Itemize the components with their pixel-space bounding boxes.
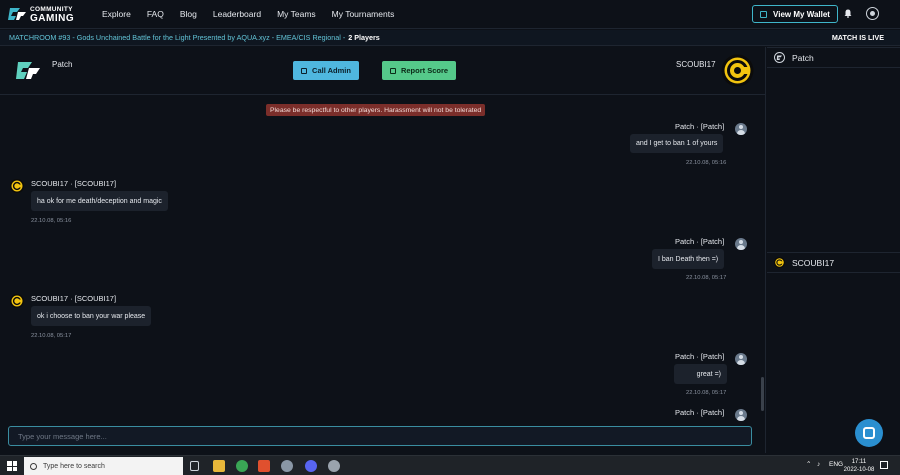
- community-gaming-logo[interactable]: COMMUNITY GAMING: [8, 5, 92, 24]
- search-icon: [30, 462, 37, 470]
- nav-blog[interactable]: Blog: [180, 9, 197, 19]
- patch-user-icon: [735, 238, 747, 250]
- chrome-icon[interactable]: [236, 460, 248, 472]
- scoubi17-coin-icon: [10, 294, 24, 308]
- call-admin-label: Call Admin: [312, 66, 351, 75]
- clock-date: 2022-10-08: [843, 467, 875, 473]
- participant-name: SCOUBI17: [792, 257, 835, 268]
- chevron-up-icon[interactable]: ⌃: [806, 460, 811, 468]
- nav-explore[interactable]: Explore: [102, 9, 131, 19]
- nav-my-tournaments[interactable]: My Tournaments: [332, 9, 395, 19]
- harassment-notice: Please be respectful to other players. H…: [266, 104, 486, 116]
- brave-browser-icon[interactable]: [258, 460, 270, 472]
- match-status: MATCH IS LIVE: [831, 33, 884, 42]
- message-bubble: great =): [674, 364, 727, 384]
- admin-icon: [301, 67, 308, 74]
- logo-text-gaming: GAMING: [30, 13, 75, 24]
- message-timestamp: 22.10.08, 05:16: [686, 160, 727, 166]
- view-wallet-label: View My Wallet: [773, 9, 830, 19]
- report-score-label: Report Score: [400, 66, 449, 75]
- patch-team-icon: [774, 52, 785, 63]
- patch-user-icon: [735, 353, 747, 365]
- discord-icon[interactable]: [305, 460, 317, 472]
- chat-panel: Patch Call Admin Report Score SCOUBI17 P…: [0, 47, 766, 453]
- nav-leaderboard[interactable]: Leaderboard: [213, 9, 261, 19]
- volume-icon[interactable]: ♪: [817, 461, 820, 468]
- language-indicator[interactable]: ENG: [829, 461, 843, 468]
- scoubi17-avatar-coin-icon: [721, 54, 754, 87]
- scoubi17-coin-icon: [774, 257, 785, 268]
- task-view-icon[interactable]: [190, 461, 199, 471]
- participant-patch[interactable]: Patch: [767, 47, 900, 68]
- message-timestamp: 22.10.08, 05:17: [686, 275, 727, 281]
- chat-bubble-icon: [863, 427, 875, 439]
- notification-center-icon[interactable]: [880, 461, 888, 469]
- logo-mark-icon: [8, 8, 26, 20]
- message-input[interactable]: Type your message here...: [8, 426, 752, 446]
- participants-panel: Patch SCOUBI17: [767, 47, 900, 453]
- participant-scoubi17[interactable]: SCOUBI17: [767, 252, 900, 273]
- windows-taskbar: Type here to search ⌃ ♪ ENG 17:11 2022-1…: [0, 455, 900, 475]
- participant-name: Patch: [792, 52, 814, 63]
- message-bubble: I ban Death then =): [652, 249, 725, 269]
- report-icon: [389, 67, 396, 74]
- scoubi17-coin-icon: [10, 179, 24, 193]
- clock-time: 17:11: [851, 459, 867, 465]
- message-timestamp: 22.10.08, 05:17: [686, 390, 727, 396]
- message-author: Patch · [Patch]: [675, 352, 725, 361]
- settings-gear-icon[interactable]: [328, 460, 340, 472]
- call-admin-button[interactable]: Call Admin: [293, 61, 359, 80]
- nav-faq[interactable]: FAQ: [147, 9, 164, 19]
- nav-my-teams[interactable]: My Teams: [277, 9, 316, 19]
- top-navigation: COMMUNITY GAMING Explore FAQ Blog Leader…: [0, 0, 900, 29]
- taskbar-clock[interactable]: 17:11 2022-10-08: [843, 458, 875, 474]
- nav-menu: Explore FAQ Blog Leaderboard My Teams My…: [102, 9, 410, 19]
- match-info-bar: MATCHROOM #93 - Gods Unchained Battle fo…: [0, 30, 900, 46]
- message-author: Patch · [Patch]: [675, 408, 725, 417]
- windows-start-icon[interactable]: [7, 461, 17, 471]
- message-bubble: ok i choose to ban your war please: [31, 306, 152, 326]
- view-wallet-button[interactable]: View My Wallet: [752, 5, 838, 23]
- match-title[interactable]: MATCHROOM #93 - Gods Unchained Battle fo…: [9, 33, 345, 42]
- report-score-button[interactable]: Report Score: [382, 61, 456, 80]
- taskbar-search[interactable]: Type here to search: [24, 457, 183, 475]
- match-players-count: 2 Players: [348, 33, 380, 42]
- message-bubble: and I get to ban 1 of yours: [630, 134, 724, 153]
- patch-user-icon: [735, 123, 747, 135]
- notification-bell-icon[interactable]: [844, 9, 852, 18]
- app-icon[interactable]: [281, 460, 293, 472]
- taskbar-search-placeholder: Type here to search: [43, 462, 105, 470]
- file-explorer-icon[interactable]: [213, 460, 225, 472]
- left-player-name: Patch: [52, 60, 73, 69]
- patch-team-logo-icon: [16, 62, 40, 79]
- message-timestamp: 22.10.08, 05:17: [31, 333, 72, 339]
- chat-header: Patch Call Admin Report Score SCOUBI17: [0, 47, 766, 95]
- chat-scrollbar[interactable]: [761, 377, 764, 411]
- message-bubble: ha ok for me death/deception and magic: [31, 191, 168, 211]
- right-player-name: SCOUBI17: [676, 60, 716, 69]
- message-timestamp: 22.10.08, 05:16: [31, 218, 72, 224]
- patch-user-icon: [735, 409, 747, 421]
- help-chat-button[interactable]: [855, 419, 883, 447]
- user-avatar[interactable]: [866, 7, 879, 20]
- wallet-icon: [760, 10, 768, 18]
- message-author: SCOUBI17 · [SCOUBI17]: [31, 179, 117, 188]
- message-author: Patch · [Patch]: [675, 122, 725, 131]
- message-author: Patch · [Patch]: [675, 237, 725, 246]
- message-author: SCOUBI17 · [SCOUBI17]: [31, 294, 117, 303]
